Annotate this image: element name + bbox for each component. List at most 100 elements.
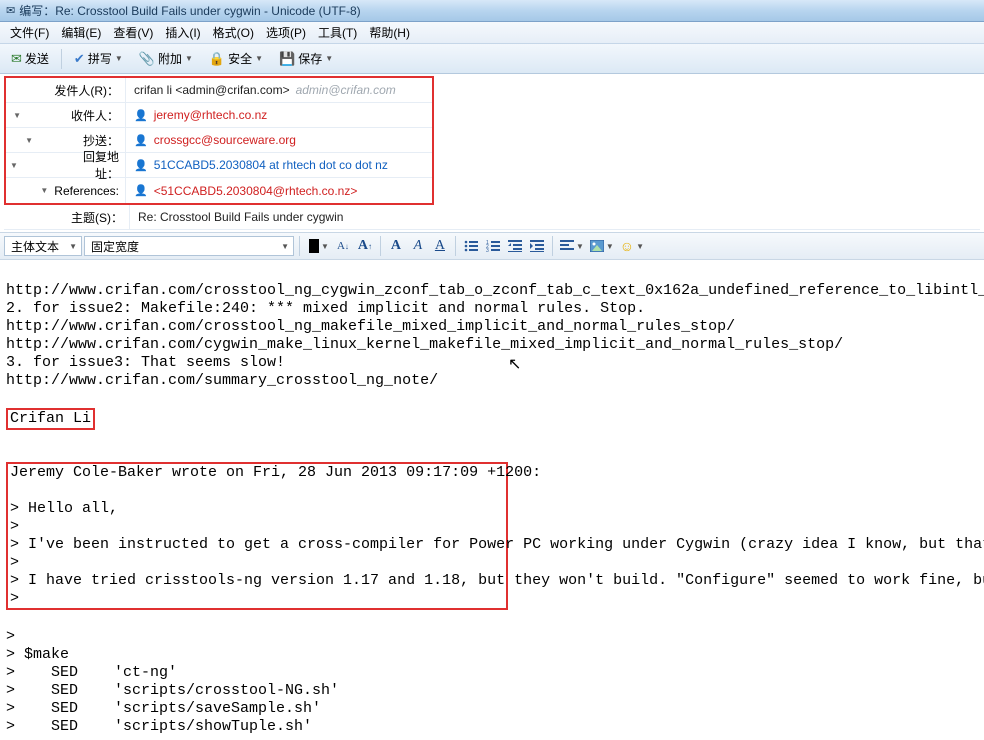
menu-help[interactable]: 帮助(H) — [363, 22, 416, 43]
to-row: ▼ 收件人： 👤 jeremy@rhtech.co.nz — [6, 103, 432, 128]
bullet-list-icon — [464, 240, 478, 252]
quote-line: > I've been instructed to get a cross-co… — [10, 536, 984, 553]
body-line: http://www.crifan.com/cygwin_make_linux_… — [6, 336, 843, 353]
window-title: 编写：Re: Crosstool Build Fails under cygwi… — [19, 2, 360, 19]
subject-label-cell: 主题(S)： — [4, 205, 130, 229]
person-icon: 👤 — [134, 109, 148, 122]
indent-button[interactable] — [527, 236, 547, 256]
references-label-cell[interactable]: ▼ References: — [6, 178, 126, 203]
cc-value-cell[interactable]: 👤 crossgcc@sourceware.org — [126, 133, 432, 147]
quote-line: > SED 'scripts/saveSample.sh' — [6, 700, 321, 717]
signature-highlight: Crifan Li — [6, 408, 95, 430]
chevron-down-icon: ▼ — [636, 242, 644, 251]
text-color-button[interactable]: ▼ — [305, 236, 331, 256]
insert-image-icon — [590, 240, 604, 252]
paperclip-icon: 📎 — [139, 51, 155, 67]
quote-line: > — [10, 590, 19, 607]
from-label-cell: 发件人(R)： — [6, 78, 126, 102]
save-button[interactable]: 💾 保存 ▼ — [272, 47, 340, 71]
spell-button[interactable]: ✔ 拼写 ▼ — [67, 47, 130, 71]
security-button[interactable]: 🔒 安全 ▼ — [202, 47, 270, 71]
quote-line: > — [10, 554, 19, 571]
lock-icon: 🔒 — [209, 51, 225, 67]
from-account: admin@crifan.com — [296, 83, 396, 97]
subject-input[interactable]: Re: Crosstool Build Fails under cygwin — [130, 210, 980, 224]
quote-line: > SED 'scripts/showTuple.sh' — [6, 718, 312, 735]
window-titlebar: ✉ 编写：Re: Crosstool Build Fails under cyg… — [0, 0, 984, 22]
smiley-icon: ☺ — [620, 238, 634, 254]
body-line: 3. for issue3: That seems slow! — [6, 354, 285, 371]
subject-label: 主题(S)： — [71, 209, 123, 226]
attach-button[interactable]: 📎 附加 ▼ — [132, 47, 200, 71]
body-line: 2. for issue2: Makefile:240: *** mixed i… — [6, 300, 645, 317]
menu-tools[interactable]: 工具(T) — [312, 22, 363, 43]
reply-value-cell[interactable]: 👤 51CCABD5.2030804 at rhtech dot co dot … — [126, 158, 432, 172]
from-name: crifan li <admin@crifan.com> — [134, 83, 290, 97]
outdent-button[interactable] — [505, 236, 525, 256]
from-value-cell[interactable]: crifan li <admin@crifan.com> admin@crifa… — [126, 83, 432, 97]
body-line: http://www.crifan.com/summary_crosstool_… — [6, 372, 438, 389]
app-icon: ✉ — [6, 4, 15, 17]
references-row: ▼ References: 👤 <51CCABD5.2030804@rhtech… — [6, 178, 432, 203]
bullet-list-button[interactable] — [461, 236, 481, 256]
chevron-down-icon: ▼ — [606, 242, 614, 251]
font-family-value: 固定宽度 — [91, 238, 139, 255]
align-button[interactable]: ▼ — [558, 236, 586, 256]
menu-edit[interactable]: 编辑(E) — [55, 22, 107, 43]
quote-highlight: Jeremy Cole-Baker wrote on Fri, 28 Jun 2… — [6, 462, 508, 610]
attach-label: 附加 — [158, 50, 182, 67]
outdent-icon — [508, 240, 522, 252]
menu-format[interactable]: 格式(O) — [207, 22, 260, 43]
subject-row: 主题(S)： Re: Crosstool Build Fails under c… — [4, 205, 980, 230]
italic-button[interactable]: A — [408, 236, 428, 256]
to-label-cell[interactable]: ▼ 收件人： — [6, 103, 126, 127]
to-label: 收件人： — [71, 107, 119, 124]
menu-insert[interactable]: 插入(I) — [159, 22, 206, 43]
chevron-down-icon: ▼ — [325, 54, 333, 63]
insert-button[interactable]: ▼ — [588, 236, 616, 256]
format-toolbar: 主体文本 ▼ 固定宽度 ▼ ▼ A↓ A↑ A A A 123 ▼ ▼ ☺ ▼ — [0, 232, 984, 260]
underline-button[interactable]: A — [430, 236, 450, 256]
paragraph-style-value: 主体文本 — [11, 238, 59, 255]
from-label: 发件人(R)： — [54, 82, 119, 99]
message-body[interactable]: http://www.crifan.com/crosstool_ng_cygwi… — [0, 260, 984, 740]
quote-line: > I have tried crisstools-ng version 1.1… — [10, 572, 984, 589]
font-family-select[interactable]: 固定宽度 ▼ — [84, 236, 294, 256]
chevron-down-icon[interactable]: ▼ — [10, 161, 18, 170]
reply-value: 51CCABD5.2030804 at rhtech dot co dot nz — [154, 158, 388, 172]
body-line: http://www.crifan.com/crosstool_ng_cygwi… — [6, 282, 984, 299]
emoji-button[interactable]: ☺ ▼ — [618, 236, 646, 256]
indent-icon — [530, 240, 544, 252]
menu-file[interactable]: 文件(F) — [4, 22, 55, 43]
chevron-down-icon[interactable]: ▼ — [25, 136, 33, 145]
spell-icon: ✔ — [74, 51, 85, 67]
svg-text:3: 3 — [486, 248, 489, 252]
number-list-button[interactable]: 123 — [483, 236, 503, 256]
chevron-down-icon: ▼ — [281, 242, 289, 251]
reply-row: ▼ 回复地址： 👤 51CCABD5.2030804 at rhtech dot… — [6, 153, 432, 178]
paragraph-style-select[interactable]: 主体文本 ▼ — [4, 236, 82, 256]
send-button[interactable]: ✉ 发送 — [4, 47, 56, 71]
bold-button[interactable]: A — [386, 236, 406, 256]
color-swatch — [309, 239, 319, 253]
font-size-inc-button[interactable]: A↑ — [355, 236, 375, 256]
reply-label-cell[interactable]: ▼ 回复地址： — [6, 153, 126, 177]
quote-line: > — [10, 518, 19, 535]
chevron-down-icon[interactable]: ▼ — [13, 111, 21, 120]
person-icon: 👤 — [134, 184, 148, 197]
separator — [552, 236, 553, 256]
menubar: 文件(F) 编辑(E) 查看(V) 插入(I) 格式(O) 选项(P) 工具(T… — [0, 22, 984, 44]
cc-value: crossgcc@sourceware.org — [154, 133, 296, 147]
menu-view[interactable]: 查看(V) — [107, 22, 159, 43]
chevron-down-icon[interactable]: ▼ — [40, 186, 48, 195]
to-value-cell[interactable]: 👤 jeremy@rhtech.co.nz — [126, 108, 432, 122]
save-icon: 💾 — [279, 51, 295, 67]
number-list-icon: 123 — [486, 240, 500, 252]
headers-panel: 发件人(R)： crifan li <admin@crifan.com> adm… — [4, 76, 434, 205]
body-line: http://www.crifan.com/crosstool_ng_makef… — [6, 318, 735, 335]
font-size-dec-button[interactable]: A↓ — [333, 236, 353, 256]
person-icon: 👤 — [134, 159, 148, 172]
references-value-cell[interactable]: 👤 <51CCABD5.2030804@rhtech.co.nz> — [126, 184, 432, 198]
menu-options[interactable]: 选项(P) — [260, 22, 312, 43]
subject-value: Re: Crosstool Build Fails under cygwin — [138, 210, 343, 224]
